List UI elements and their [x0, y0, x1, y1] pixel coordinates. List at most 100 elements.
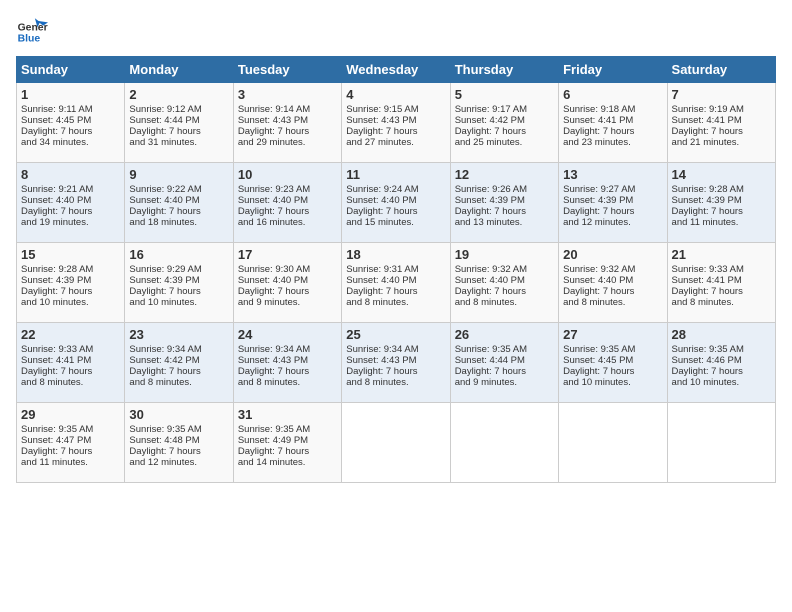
sunset-text: Sunset: 4:44 PM — [455, 355, 554, 366]
sunset-text: Sunset: 4:39 PM — [672, 195, 771, 206]
sunrise-text: Sunrise: 9:30 AM — [238, 264, 337, 275]
daylight-text: Daylight: 7 hours — [21, 366, 120, 377]
calendar-body: 1Sunrise: 9:11 AMSunset: 4:45 PMDaylight… — [17, 83, 776, 483]
daylight-text: Daylight: 7 hours — [563, 366, 662, 377]
day-number: 10 — [238, 167, 337, 182]
sunset-text: Sunset: 4:45 PM — [21, 115, 120, 126]
daylight-text: Daylight: 7 hours — [346, 206, 445, 217]
header-cell-wednesday: Wednesday — [342, 57, 450, 83]
sunrise-text: Sunrise: 9:27 AM — [563, 184, 662, 195]
day-number: 4 — [346, 87, 445, 102]
day-number: 21 — [672, 247, 771, 262]
sunrise-text: Sunrise: 9:35 AM — [455, 344, 554, 355]
daylight-text: Daylight: 7 hours — [129, 286, 228, 297]
day-number: 7 — [672, 87, 771, 102]
day-number: 25 — [346, 327, 445, 342]
day-cell: 29Sunrise: 9:35 AMSunset: 4:47 PMDayligh… — [17, 403, 125, 483]
daylight-and-text: and 8 minutes. — [129, 377, 228, 388]
day-cell: 15Sunrise: 9:28 AMSunset: 4:39 PMDayligh… — [17, 243, 125, 323]
daylight-and-text: and 8 minutes. — [563, 297, 662, 308]
sunset-text: Sunset: 4:41 PM — [563, 115, 662, 126]
sunrise-text: Sunrise: 9:26 AM — [455, 184, 554, 195]
sunrise-text: Sunrise: 9:33 AM — [672, 264, 771, 275]
day-number: 18 — [346, 247, 445, 262]
sunset-text: Sunset: 4:44 PM — [129, 115, 228, 126]
daylight-and-text: and 10 minutes. — [129, 297, 228, 308]
sunrise-text: Sunrise: 9:34 AM — [238, 344, 337, 355]
sunrise-text: Sunrise: 9:23 AM — [238, 184, 337, 195]
sunrise-text: Sunrise: 9:24 AM — [346, 184, 445, 195]
day-cell: 30Sunrise: 9:35 AMSunset: 4:48 PMDayligh… — [125, 403, 233, 483]
daylight-and-text: and 11 minutes. — [21, 457, 120, 468]
sunset-text: Sunset: 4:49 PM — [238, 435, 337, 446]
daylight-and-text: and 8 minutes. — [672, 297, 771, 308]
daylight-and-text: and 10 minutes. — [672, 377, 771, 388]
sunrise-text: Sunrise: 9:11 AM — [21, 104, 120, 115]
day-cell: 21Sunrise: 9:33 AMSunset: 4:41 PMDayligh… — [667, 243, 775, 323]
day-cell: 28Sunrise: 9:35 AMSunset: 4:46 PMDayligh… — [667, 323, 775, 403]
day-cell: 1Sunrise: 9:11 AMSunset: 4:45 PMDaylight… — [17, 83, 125, 163]
daylight-text: Daylight: 7 hours — [672, 126, 771, 137]
daylight-and-text: and 15 minutes. — [346, 217, 445, 228]
sunset-text: Sunset: 4:39 PM — [21, 275, 120, 286]
day-cell — [450, 403, 558, 483]
day-cell: 17Sunrise: 9:30 AMSunset: 4:40 PMDayligh… — [233, 243, 341, 323]
header-cell-tuesday: Tuesday — [233, 57, 341, 83]
sunset-text: Sunset: 4:43 PM — [346, 115, 445, 126]
sunrise-text: Sunrise: 9:31 AM — [346, 264, 445, 275]
header-cell-saturday: Saturday — [667, 57, 775, 83]
daylight-text: Daylight: 7 hours — [455, 286, 554, 297]
sunset-text: Sunset: 4:40 PM — [346, 195, 445, 206]
day-cell: 26Sunrise: 9:35 AMSunset: 4:44 PMDayligh… — [450, 323, 558, 403]
day-cell: 4Sunrise: 9:15 AMSunset: 4:43 PMDaylight… — [342, 83, 450, 163]
sunset-text: Sunset: 4:40 PM — [346, 275, 445, 286]
sunrise-text: Sunrise: 9:14 AM — [238, 104, 337, 115]
daylight-text: Daylight: 7 hours — [238, 126, 337, 137]
sunset-text: Sunset: 4:43 PM — [238, 115, 337, 126]
header: General Blue — [16, 16, 776, 48]
daylight-text: Daylight: 7 hours — [21, 206, 120, 217]
daylight-and-text: and 8 minutes. — [346, 297, 445, 308]
daylight-and-text: and 10 minutes. — [21, 297, 120, 308]
daylight-text: Daylight: 7 hours — [129, 126, 228, 137]
week-row-3: 15Sunrise: 9:28 AMSunset: 4:39 PMDayligh… — [17, 243, 776, 323]
daylight-and-text: and 8 minutes. — [238, 377, 337, 388]
day-number: 27 — [563, 327, 662, 342]
day-cell: 9Sunrise: 9:22 AMSunset: 4:40 PMDaylight… — [125, 163, 233, 243]
sunset-text: Sunset: 4:40 PM — [238, 195, 337, 206]
daylight-and-text: and 16 minutes. — [238, 217, 337, 228]
calendar-table: SundayMondayTuesdayWednesdayThursdayFrid… — [16, 56, 776, 483]
daylight-and-text: and 31 minutes. — [129, 137, 228, 148]
sunrise-text: Sunrise: 9:33 AM — [21, 344, 120, 355]
daylight-and-text: and 14 minutes. — [238, 457, 337, 468]
day-number: 16 — [129, 247, 228, 262]
daylight-and-text: and 25 minutes. — [455, 137, 554, 148]
daylight-and-text: and 27 minutes. — [346, 137, 445, 148]
day-number: 12 — [455, 167, 554, 182]
day-cell — [559, 403, 667, 483]
day-number: 5 — [455, 87, 554, 102]
sunrise-text: Sunrise: 9:29 AM — [129, 264, 228, 275]
day-number: 13 — [563, 167, 662, 182]
sunrise-text: Sunrise: 9:32 AM — [563, 264, 662, 275]
daylight-text: Daylight: 7 hours — [346, 286, 445, 297]
sunset-text: Sunset: 4:45 PM — [563, 355, 662, 366]
daylight-text: Daylight: 7 hours — [455, 206, 554, 217]
daylight-and-text: and 29 minutes. — [238, 137, 337, 148]
daylight-text: Daylight: 7 hours — [21, 286, 120, 297]
sunrise-text: Sunrise: 9:18 AM — [563, 104, 662, 115]
sunset-text: Sunset: 4:40 PM — [129, 195, 228, 206]
daylight-and-text: and 19 minutes. — [21, 217, 120, 228]
day-cell: 27Sunrise: 9:35 AMSunset: 4:45 PMDayligh… — [559, 323, 667, 403]
daylight-and-text: and 9 minutes. — [238, 297, 337, 308]
day-number: 23 — [129, 327, 228, 342]
daylight-text: Daylight: 7 hours — [563, 286, 662, 297]
daylight-and-text: and 23 minutes. — [563, 137, 662, 148]
day-number: 6 — [563, 87, 662, 102]
day-number: 22 — [21, 327, 120, 342]
logo: General Blue — [16, 16, 52, 48]
sunset-text: Sunset: 4:46 PM — [672, 355, 771, 366]
day-cell: 7Sunrise: 9:19 AMSunset: 4:41 PMDaylight… — [667, 83, 775, 163]
sunset-text: Sunset: 4:42 PM — [455, 115, 554, 126]
week-row-1: 1Sunrise: 9:11 AMSunset: 4:45 PMDaylight… — [17, 83, 776, 163]
